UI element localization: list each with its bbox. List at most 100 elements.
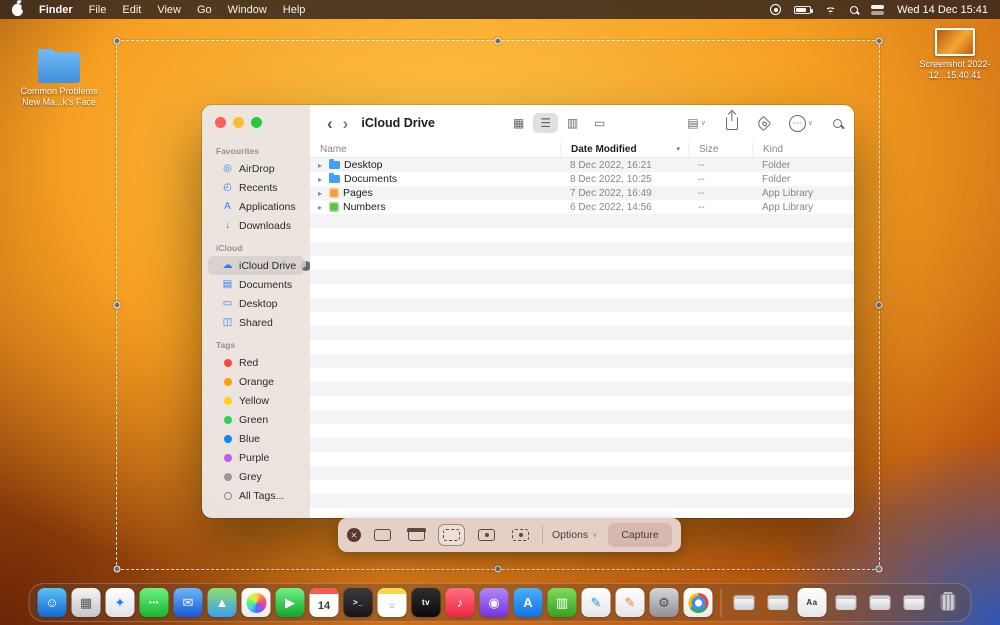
search-icon[interactable] — [833, 119, 842, 128]
record-entire-screen-button[interactable] — [474, 525, 499, 545]
column-header-size[interactable]: Size — [688, 141, 752, 157]
dock-minimized-window-3-icon[interactable] — [832, 588, 861, 617]
share-icon[interactable] — [726, 117, 738, 130]
capture-entire-screen-button[interactable] — [370, 525, 395, 545]
sidebar-item-red[interactable]: Red — [208, 353, 304, 372]
sidebar-item-orange[interactable]: Orange — [208, 372, 304, 391]
sidebar-item-airdrop[interactable]: ◎AirDrop — [208, 159, 304, 178]
dock-podcasts-icon[interactable]: ◉ — [480, 588, 509, 617]
dock-tv-icon[interactable]: tv — [412, 588, 441, 617]
sidebar-item-downloads[interactable]: ↓Downloads — [208, 216, 304, 235]
file-row-pages[interactable]: ▸Pages7 Dec 2022, 16:49--App Library — [310, 186, 854, 200]
sidebar-item-shared[interactable]: ◫Shared — [208, 313, 304, 332]
dock-app-store-icon[interactable]: A — [514, 588, 543, 617]
selection-handle-w[interactable] — [114, 302, 121, 309]
sidebar-item-desktop[interactable]: ▭Desktop — [208, 294, 304, 313]
column-view-icon[interactable]: ▥ — [560, 113, 585, 133]
spotlight-icon[interactable] — [850, 6, 858, 14]
sidebar-item-grey[interactable]: Grey — [208, 467, 304, 486]
dock-mail-icon[interactable]: ✉ — [174, 588, 203, 617]
dock-trash-icon[interactable] — [934, 588, 963, 617]
sidebar-item-recents[interactable]: ◴Recents — [208, 178, 304, 197]
selection-handle-sw[interactable] — [114, 566, 121, 573]
dock-keynote-icon[interactable]: ✎ — [582, 588, 611, 617]
menu-go[interactable]: Go — [197, 4, 212, 16]
tags-icon[interactable] — [758, 118, 769, 129]
dock-pages-icon[interactable]: ✎ — [616, 588, 645, 617]
selection-handle-nw[interactable] — [114, 38, 121, 45]
selection-handle-s[interactable] — [495, 566, 502, 573]
close-window-button[interactable] — [215, 117, 226, 128]
dock-minimized-window-2-icon[interactable] — [764, 588, 793, 617]
group-by-icon[interactable]: ▤∨ — [687, 117, 705, 129]
menu-view[interactable]: View — [157, 4, 181, 16]
sidebar-item-blue[interactable]: Blue — [208, 429, 304, 448]
dock-minimized-window-5-icon[interactable] — [900, 588, 929, 617]
dock-chrome-icon[interactable] — [684, 588, 713, 617]
sidebar-item-green[interactable]: Green — [208, 410, 304, 429]
disclosure-triangle-icon[interactable]: ▸ — [318, 175, 325, 184]
desktop-folder-common-problems[interactable]: Common Problems New Ma...k's Face — [15, 52, 103, 109]
close-screenshot-toolbar-button[interactable]: ✕ — [347, 528, 361, 542]
forward-button[interactable]: › — [338, 115, 354, 132]
active-app-name[interactable]: Finder — [39, 4, 73, 16]
column-header-date-modified[interactable]: Date Modified▾ — [560, 141, 688, 157]
selection-handle-se[interactable] — [876, 566, 883, 573]
dock-messages-icon[interactable]: ••• — [140, 588, 169, 617]
screen-record-icon[interactable] — [770, 4, 781, 15]
disclosure-triangle-icon[interactable]: ▸ — [318, 161, 325, 170]
control-center-icon[interactable] — [871, 5, 884, 15]
sidebar-item-purple[interactable]: Purple — [208, 448, 304, 467]
menu-window[interactable]: Window — [228, 4, 267, 16]
minimize-window-button[interactable] — [233, 117, 244, 128]
battery-icon[interactable] — [794, 6, 811, 14]
grid-view-icon[interactable]: ▦ — [506, 113, 531, 133]
sidebar-item-all-tags[interactable]: All Tags... — [208, 486, 304, 505]
dock-facetime-icon[interactable]: ▶ — [276, 588, 305, 617]
list-view-icon[interactable]: ☰ — [533, 113, 558, 133]
file-row-documents[interactable]: ▸Documents8 Dec 2022, 10:25--Folder — [310, 172, 854, 186]
file-row-desktop[interactable]: ▸Desktop8 Dec 2022, 16:21--Folder — [310, 158, 854, 172]
gallery-view-icon[interactable]: ▭ — [587, 113, 612, 133]
desktop-screenshot-file[interactable]: Screenshot 2022-12...15.40.41 — [914, 28, 996, 82]
capture-selection-button[interactable] — [438, 524, 465, 546]
file-row-numbers[interactable]: ▸Numbers6 Dec 2022, 14:56--App Library — [310, 200, 854, 214]
wifi-icon[interactable] — [824, 5, 837, 15]
dock-launchpad-icon[interactable]: ▦ — [72, 588, 101, 617]
menu-edit[interactable]: Edit — [122, 4, 141, 16]
dock-numbers-icon[interactable]: ▥ — [548, 588, 577, 617]
disclosure-triangle-icon[interactable]: ▸ — [318, 203, 325, 212]
sidebar-item-icloud-drive[interactable]: ☁iCloud Drive — [208, 256, 304, 275]
menu-bar-clock[interactable]: Wed 14 Dec 15:41 — [897, 4, 988, 16]
selection-handle-ne[interactable] — [876, 38, 883, 45]
options-button[interactable]: Options∨ — [552, 529, 597, 541]
sidebar-item-documents[interactable]: ▤Documents — [208, 275, 304, 294]
dock-system-settings-icon[interactable]: ⚙ — [650, 588, 679, 617]
dock-minimized-window-1-icon[interactable] — [730, 588, 759, 617]
dock-calendar-icon[interactable]: 14 — [310, 588, 339, 617]
menu-file[interactable]: File — [89, 4, 107, 16]
sidebar-item-yellow[interactable]: Yellow — [208, 391, 304, 410]
sidebar-item-applications[interactable]: AApplications — [208, 197, 304, 216]
dock-safari-icon[interactable]: ✦ — [106, 588, 135, 617]
menu-help[interactable]: Help — [283, 4, 306, 16]
dock-music-icon[interactable]: ♪ — [446, 588, 475, 617]
record-selection-button[interactable] — [508, 525, 533, 545]
capture-window-button[interactable] — [404, 525, 429, 545]
dock-maps-icon[interactable]: ▲ — [208, 588, 237, 617]
dock-font-book-icon[interactable]: Aa — [798, 588, 827, 617]
dock-terminal-icon[interactable]: >_ — [344, 588, 373, 617]
capture-button[interactable]: Capture — [608, 523, 671, 547]
dock-photos-icon[interactable] — [242, 588, 271, 617]
dock-finder-icon[interactable]: ☺ — [38, 588, 67, 617]
column-header-name[interactable]: Name — [310, 141, 560, 157]
more-actions-icon[interactable]: ⋯∨ — [789, 115, 813, 132]
disclosure-triangle-icon[interactable]: ▸ — [318, 189, 325, 198]
apple-menu-icon[interactable] — [12, 4, 23, 16]
dock-notes-icon[interactable]: ≡ — [378, 588, 407, 617]
zoom-window-button[interactable] — [251, 117, 262, 128]
dock-minimized-window-4-icon[interactable] — [866, 588, 895, 617]
column-header-kind[interactable]: Kind — [752, 141, 854, 157]
selection-handle-n[interactable] — [495, 38, 502, 45]
back-button[interactable]: ‹ — [322, 115, 338, 132]
